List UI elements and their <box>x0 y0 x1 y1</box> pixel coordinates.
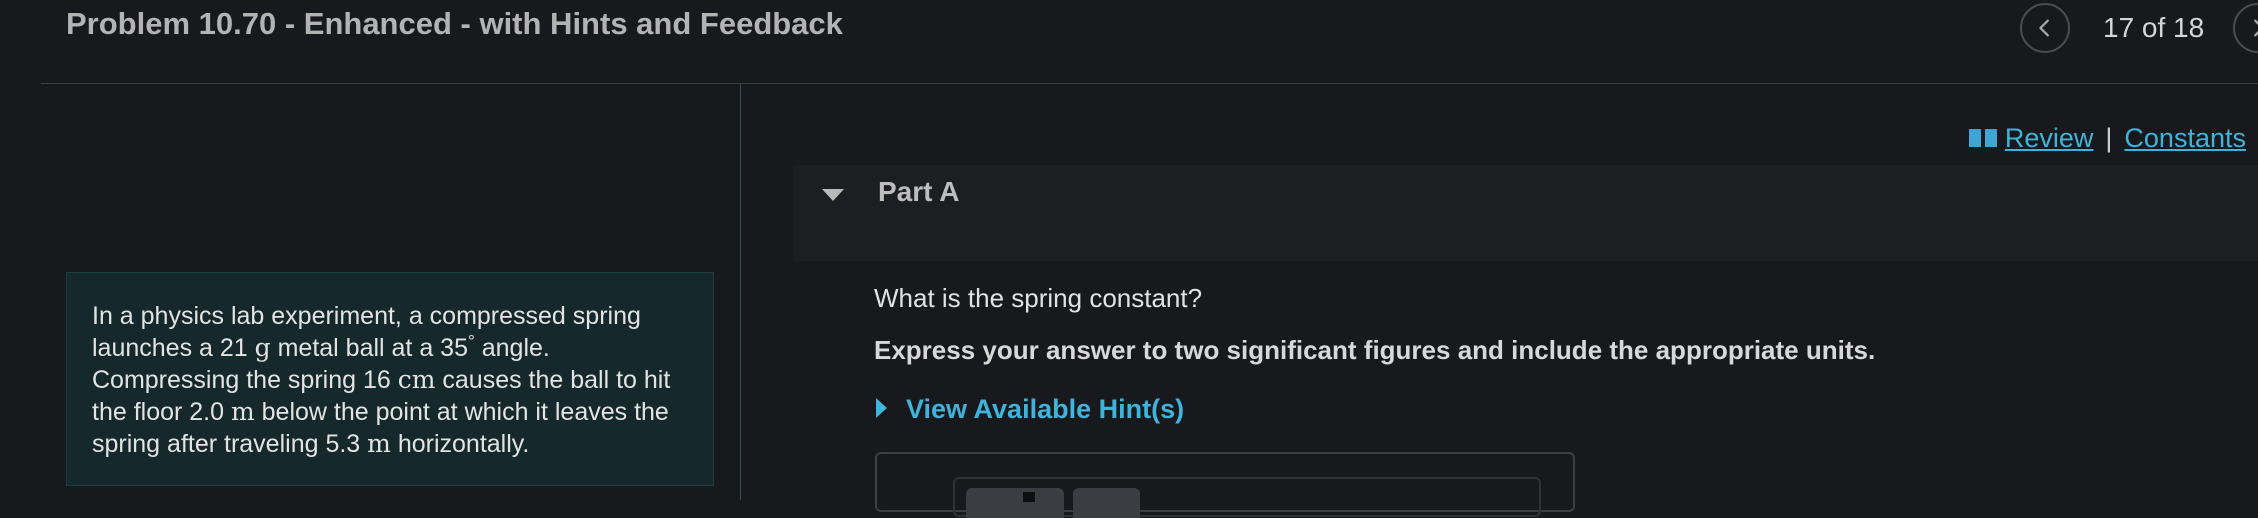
collapse-caret-icon[interactable] <box>822 189 844 201</box>
chevron-right-icon <box>2254 19 2258 37</box>
units-button[interactable] <box>1073 488 1140 518</box>
answer-instructions: Express your answer to two significant f… <box>874 335 1876 365</box>
part-a-header[interactable] <box>793 165 2258 261</box>
problem-title: Problem 10.70 - Enhanced - with Hints an… <box>66 6 843 41</box>
problem-statement: In a physics lab experiment, a compresse… <box>66 272 714 486</box>
resource-links: Review | Constants <box>1968 123 2246 154</box>
expand-caret-icon[interactable] <box>876 398 887 418</box>
previous-problem-button[interactable] <box>2020 3 2070 53</box>
link-separator: | <box>2105 123 2113 153</box>
chevron-left-icon <box>2039 19 2049 37</box>
next-problem-button[interactable] <box>2233 3 2258 53</box>
constants-link[interactable]: Constants <box>2124 123 2246 154</box>
problem-text: metal ball at a 35 <box>270 334 468 362</box>
problem-text: horizontally. <box>390 430 530 458</box>
question-text: What is the spring constant? <box>874 283 1203 313</box>
degree-symbol: ° <box>467 331 475 351</box>
part-label: Part A <box>878 176 960 207</box>
header-divider <box>41 83 2258 84</box>
header-bar: Problem 10.70 - Enhanced - with Hints an… <box>0 0 2258 84</box>
unit-centimeters: cm <box>397 365 436 394</box>
problem-counter: 17 of 18 <box>2103 12 2205 43</box>
review-link[interactable]: Review <box>2005 123 2094 154</box>
view-hints-link[interactable]: View Available Hint(s) <box>906 394 1184 425</box>
template-icon <box>1023 492 1035 502</box>
unit-grams: g <box>254 333 271 362</box>
pane-divider <box>740 84 741 500</box>
book-icon <box>1968 128 1997 149</box>
templates-button[interactable] <box>966 488 1064 518</box>
unit-meters: m <box>230 397 255 426</box>
unit-meters: m <box>367 429 391 458</box>
